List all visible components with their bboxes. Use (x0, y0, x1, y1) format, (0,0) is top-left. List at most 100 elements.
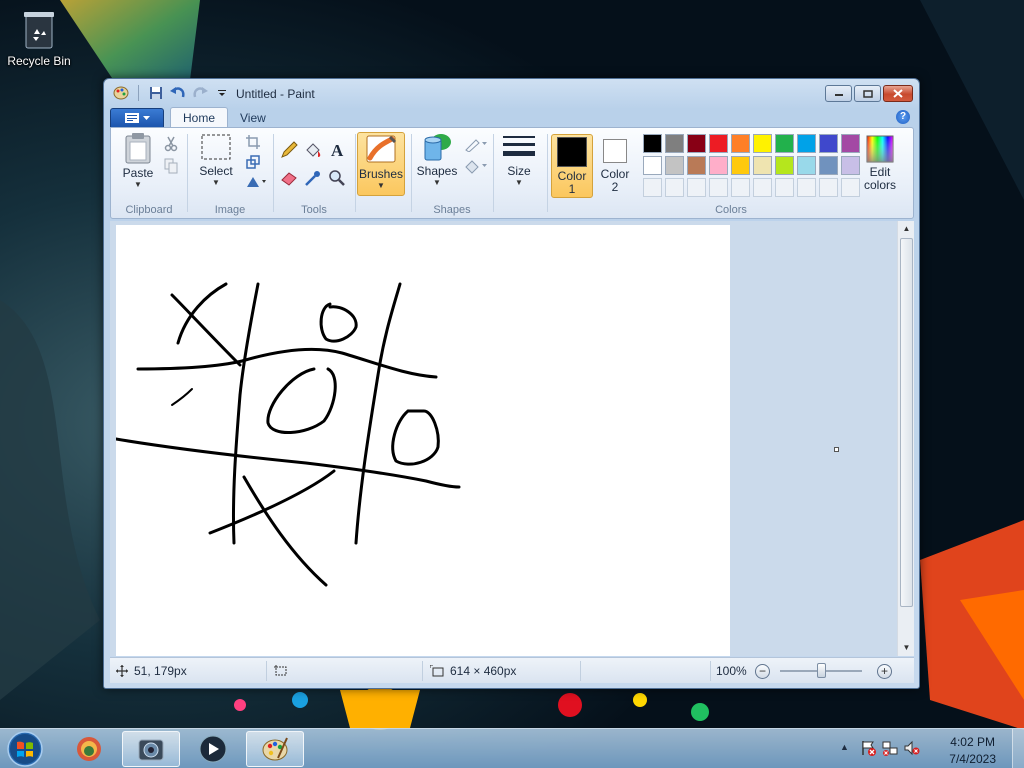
vertical-scrollbar[interactable]: ▲ ▼ (897, 221, 914, 656)
color1-button[interactable]: Color 1 (551, 134, 593, 198)
customize-qat-icon[interactable] (213, 85, 231, 101)
svg-text:A: A (331, 141, 344, 159)
custom-color-slot[interactable] (709, 178, 728, 197)
palette-swatch[interactable] (709, 156, 728, 175)
palette-swatch[interactable] (687, 156, 706, 175)
paste-dropdown-icon: ▼ (134, 180, 142, 189)
copy-icon[interactable] (161, 156, 181, 176)
undo-icon[interactable] (169, 85, 187, 101)
custom-color-slot[interactable] (731, 178, 750, 197)
taskbar-app-3[interactable] (184, 731, 242, 767)
media-player-icon (199, 735, 227, 763)
palette-swatch[interactable] (819, 156, 838, 175)
palette-swatch[interactable] (797, 156, 816, 175)
maximize-button[interactable] (854, 85, 881, 102)
tab-view[interactable]: View (228, 107, 278, 128)
resize-icon[interactable] (243, 152, 263, 172)
taskbar-app-2[interactable] (122, 731, 180, 767)
text-icon[interactable]: A (327, 140, 347, 160)
crop-icon[interactable] (243, 132, 263, 152)
custom-color-slot[interactable] (643, 178, 662, 197)
network-icon[interactable] (882, 740, 898, 759)
clipboard-group: Paste ▼ Clipboard (111, 130, 187, 218)
magnifier-icon[interactable] (327, 168, 347, 188)
size-label: Size (507, 164, 531, 178)
brushes-label: Brushes (358, 167, 404, 181)
pencil-icon[interactable] (279, 140, 299, 160)
scrollbar-thumb[interactable] (900, 238, 913, 607)
palette-swatch[interactable] (731, 156, 750, 175)
palette-swatch[interactable] (731, 134, 750, 153)
tab-home[interactable]: Home (170, 107, 229, 128)
palette-swatch[interactable] (797, 134, 816, 153)
color2-swatch (603, 139, 627, 163)
custom-color-slot[interactable] (775, 178, 794, 197)
redo-icon[interactable] (191, 85, 209, 101)
shapes-icon (424, 134, 451, 161)
shapes-label: Shapes (416, 164, 458, 178)
drawing-canvas[interactable] (116, 225, 730, 656)
palette-swatch[interactable] (687, 134, 706, 153)
taskbar-paint[interactable] (246, 731, 304, 767)
palette-swatch[interactable] (753, 134, 772, 153)
help-icon[interactable]: ? (896, 110, 910, 124)
size-button[interactable]: Size ▼ (497, 132, 541, 200)
fill-icon[interactable] (303, 140, 323, 160)
paint-window: Untitled - Paint Home View ? Paste ▼ Cli… (103, 78, 920, 689)
palette-swatch[interactable] (665, 134, 684, 153)
clock-time: 4:02 PM (950, 735, 995, 749)
palette-swatch[interactable] (643, 156, 662, 175)
desktop-icon-label: Recycle Bin (7, 54, 71, 68)
palette-swatch[interactable] (665, 156, 684, 175)
palette-swatch[interactable] (709, 134, 728, 153)
select-button[interactable]: Select ▼ (193, 132, 239, 200)
paste-button[interactable]: Paste ▼ (117, 132, 159, 200)
zoom-slider-thumb[interactable] (817, 663, 826, 678)
ribbon-tab-row: Home View (110, 106, 278, 128)
zoom-in-button[interactable]: + (877, 664, 892, 679)
cut-icon[interactable] (161, 134, 181, 154)
custom-color-slot[interactable] (665, 178, 684, 197)
color-picker-icon[interactable] (303, 168, 323, 188)
palette-swatch[interactable] (643, 134, 662, 153)
minimize-button[interactable] (825, 85, 852, 102)
close-button[interactable] (883, 85, 913, 102)
action-center-icon[interactable] (860, 740, 876, 759)
custom-color-slot[interactable] (687, 178, 706, 197)
paint-app-icon[interactable] (112, 85, 130, 101)
custom-color-slot[interactable] (819, 178, 838, 197)
outline-icon[interactable] (463, 134, 489, 154)
shapes-button[interactable]: Shapes ▼ (415, 132, 459, 200)
taskbar-app-1[interactable] (60, 731, 118, 767)
palette-swatch[interactable] (819, 134, 838, 153)
save-icon[interactable] (147, 85, 165, 101)
volume-muted-icon[interactable] (904, 740, 920, 759)
show-desktop-button[interactable] (1012, 729, 1024, 768)
zoom-level-text: 100% (716, 664, 747, 678)
canvas-resize-handle[interactable] (834, 447, 839, 452)
scroll-up-icon[interactable]: ▲ (898, 221, 915, 237)
color1-swatch (557, 137, 587, 167)
palette-swatch[interactable] (753, 156, 772, 175)
start-button[interactable] (4, 730, 46, 768)
paint-menu-button[interactable] (110, 108, 164, 128)
custom-color-slot[interactable] (753, 178, 772, 197)
scroll-down-icon[interactable]: ▼ (898, 640, 915, 656)
clock[interactable]: 4:02 PM 7/4/2023 (949, 734, 996, 768)
palette-swatch[interactable] (775, 134, 794, 153)
palette-swatch[interactable] (775, 156, 794, 175)
system-tray: ▲ 4:02 PM 7/4/2023 (834, 729, 1024, 768)
zoom-out-button[interactable]: − (755, 664, 770, 679)
edit-colors-button[interactable]: Edit colors (855, 134, 905, 198)
brushes-button[interactable]: Brushes ▼ (357, 132, 405, 196)
fill-shape-icon[interactable] (463, 156, 489, 176)
drawing-strokes (116, 282, 461, 587)
desktop-icon-recycle-bin[interactable]: Recycle Bin (6, 10, 72, 68)
custom-color-slot[interactable] (797, 178, 816, 197)
eraser-icon[interactable] (279, 168, 299, 188)
canvas-workspace: ▲ ▼ (110, 221, 914, 656)
title-bar[interactable]: Untitled - Paint (104, 79, 919, 107)
rotate-icon[interactable] (243, 172, 269, 192)
tray-expand-icon[interactable]: ▲ (840, 742, 849, 752)
color2-button[interactable]: Color 2 (595, 134, 635, 198)
